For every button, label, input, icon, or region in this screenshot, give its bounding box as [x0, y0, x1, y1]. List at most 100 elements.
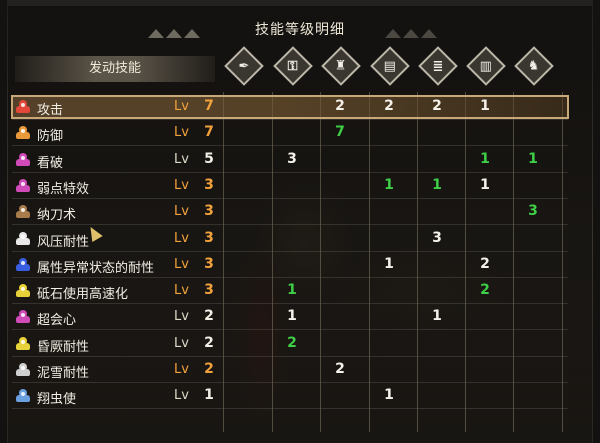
skill-points-cell: 1 [480, 150, 490, 167]
helm-icon-glyph: ♜ [335, 58, 347, 74]
weapon-slot: ✒ [224, 46, 264, 86]
helm-icon: ♜ [321, 46, 361, 86]
skill-name: 防御 [37, 129, 64, 145]
leg-armor-icon-glyph: ♞ [528, 58, 540, 74]
legs-slot: ♞ [514, 46, 554, 86]
skill-row[interactable]: 昏厥耐性 Lv 2 2 [12, 333, 568, 357]
skill-points-cell: 1 [287, 308, 297, 325]
skill-row[interactable]: 泥雪耐性 Lv 2 2 [12, 359, 568, 383]
skill-gem-icon [16, 231, 30, 246]
chest-slot: ▤ [370, 46, 410, 86]
skill-points-cell: 1 [480, 176, 490, 193]
row-divider [12, 355, 568, 357]
skill-level: 7 [204, 98, 214, 114]
level-label: Lv [174, 204, 189, 220]
level-label: Lv [174, 335, 189, 351]
skill-row[interactable]: 防御 Lv 7 7 [12, 122, 568, 147]
skill-points-cell: 1 [384, 255, 394, 272]
skill-row[interactable]: 弱点特效 Lv 3 1 1 1 [12, 175, 568, 199]
skill-points-cell: 1 [480, 98, 490, 114]
row-divider [12, 250, 568, 252]
skill-level: 3 [204, 176, 214, 193]
screen-edge-left [0, 0, 7, 443]
greatsword-icon-glyph: ✒ [238, 58, 250, 74]
skill-points-cell: 2 [480, 255, 490, 272]
skill-row[interactable]: 属性异常状态的耐性 Lv 3 1 2 [12, 254, 568, 278]
skill-name: 弱点特效 [37, 181, 90, 197]
skill-gem-icon [16, 152, 30, 167]
skill-level: 3 [204, 282, 214, 299]
talisman-icon: ⚿ [273, 46, 313, 86]
skill-row[interactable]: 翔虫使 Lv 1 1 [12, 385, 568, 410]
skill-points-cell: 3 [432, 229, 442, 246]
skill-points-cell: 7 [335, 124, 345, 141]
skill-gem-icon [16, 336, 30, 351]
level-label: Lv [174, 256, 189, 272]
screen-edge-right [593, 0, 600, 443]
skill-level: 1 [204, 387, 214, 404]
talisman-slot: ⚿ [273, 46, 313, 86]
waist-slot: ▥ [466, 46, 506, 86]
skill-name: 砥石使用高速化 [37, 287, 129, 303]
waist-armor-icon-glyph: ▥ [479, 58, 493, 74]
row-divider [12, 171, 568, 173]
arm-armor-icon-glyph: ≣ [432, 58, 444, 74]
title-ornament-right [385, 23, 445, 38]
skill-points-cell: 1 [384, 176, 394, 193]
chest-armor-icon-glyph: ▤ [383, 58, 397, 74]
level-label: Lv [174, 99, 189, 114]
arms-slot: ≣ [418, 46, 458, 86]
panel-title: 技能等级明细 [255, 22, 345, 38]
arm-armor-icon: ≣ [418, 46, 458, 86]
level-label: Lv [174, 230, 189, 246]
skill-name: 翔虫使 [37, 392, 77, 408]
row-divider [12, 119, 568, 120]
skill-gem-icon [16, 310, 30, 324]
waist-armor-icon: ▥ [466, 46, 506, 86]
skill-row[interactable]: 攻击 Lv 7 2 2 2 1 [11, 95, 569, 120]
skill-row[interactable]: 纳刀术 Lv 3 3 [12, 201, 568, 226]
skill-gem-icon [16, 178, 30, 193]
skill-gem-icon [16, 363, 30, 377]
active-skills-header: 发动技能 [15, 56, 215, 82]
skill-points-cell: 1 [528, 150, 538, 167]
level-label: Lv [174, 177, 189, 193]
talisman-icon-glyph: ⚿ [288, 58, 298, 74]
row-divider [12, 408, 568, 410]
skill-name: 攻击 [37, 103, 64, 118]
skill-name: 看破 [37, 155, 64, 171]
skill-row[interactable]: 砥石使用高速化 Lv 3 1 2 [12, 280, 568, 305]
skill-points-cell: 2 [335, 98, 345, 114]
skill-name: 泥雪耐性 [37, 366, 90, 381]
greatsword-icon: ✒ [224, 46, 264, 86]
skill-level: 2 [204, 308, 214, 325]
skill-name: 属性异常状态的耐性 [37, 260, 155, 276]
skill-name: 纳刀术 [37, 208, 77, 224]
skill-level: 3 [204, 255, 214, 272]
level-label: Lv [174, 151, 189, 167]
level-label: Lv [174, 388, 189, 404]
level-label: Lv [174, 125, 189, 141]
skill-level: 5 [204, 150, 214, 167]
skill-points-cell: 3 [287, 150, 297, 167]
skill-name: 昏厥耐性 [37, 339, 90, 355]
skill-level: 2 [204, 334, 214, 351]
skill-level: 3 [204, 203, 214, 220]
skill-gem-icon [16, 126, 30, 140]
level-label: Lv [174, 362, 189, 377]
row-divider [12, 145, 568, 147]
skill-points-cell: 2 [335, 361, 345, 377]
skill-points-cell: 3 [528, 203, 538, 220]
skill-points-cell: 1 [432, 308, 442, 325]
row-divider [12, 303, 568, 305]
skill-points-cell: 1 [287, 282, 297, 299]
level-label: Lv [174, 283, 189, 299]
skill-points-cell: 1 [384, 387, 394, 404]
skill-name: 超会心 [37, 313, 77, 329]
skill-points-cell: 1 [432, 176, 442, 193]
skill-points-cell: 2 [287, 334, 297, 351]
skill-gem-icon [16, 100, 30, 114]
skill-row[interactable]: 看破 Lv 5 3 1 1 [12, 149, 568, 173]
leg-armor-icon: ♞ [514, 46, 554, 86]
skill-row[interactable]: 超会心 Lv 2 1 1 [12, 306, 568, 331]
